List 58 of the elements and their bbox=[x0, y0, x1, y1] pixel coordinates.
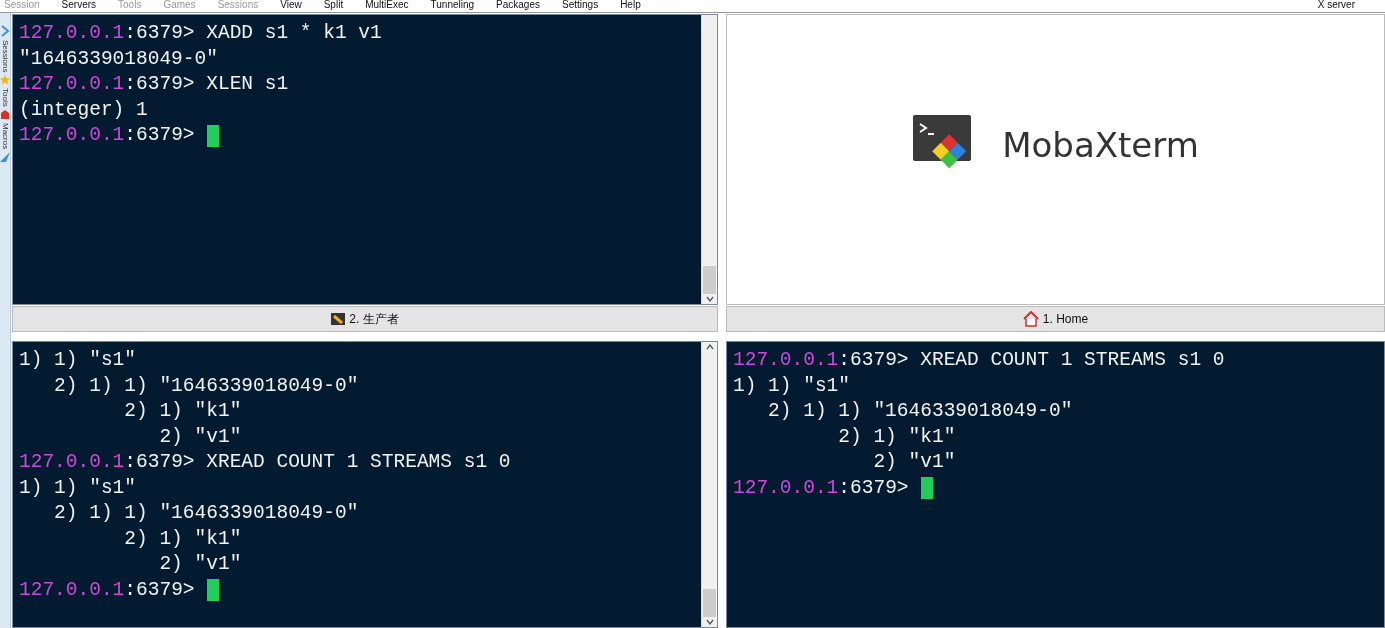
output-text: 2) 1) 1) "1646339018049-0" bbox=[767, 399, 1073, 424]
prompt-port: :6379> bbox=[838, 348, 909, 373]
prompt-host: 127.0.0.1 bbox=[733, 475, 839, 501]
menu-item[interactable]: MultiExec bbox=[365, 0, 409, 10]
terminal-screen[interactable]: 127.0.0.1:6379> XADD s1 * k1 v1 "1646339018049-0" 127.0.0.1:6379> XLEN s1 (integer) 1 127.0.0.1:6379> bbox=[12, 14, 718, 305]
output-text: 2) "v1" bbox=[158, 424, 242, 450]
brand-name: MobaXterm bbox=[1002, 124, 1199, 165]
output-text: "1646339018049-0" bbox=[19, 46, 218, 72]
sidebar-tab[interactable]: Macros bbox=[0, 123, 10, 150]
prompt-port: :6379> bbox=[124, 21, 195, 46]
scrollbar-thumb[interactable] bbox=[703, 589, 716, 617]
prompt-port: :6379> bbox=[124, 450, 195, 475]
prompt-port: :6379> bbox=[124, 123, 195, 148]
scrollbar[interactable] bbox=[701, 15, 717, 304]
menu-item[interactable]: Settings bbox=[562, 0, 599, 10]
menu-item[interactable]: Packages bbox=[496, 0, 540, 10]
session-tab[interactable]: 2. 生产者 bbox=[12, 306, 718, 332]
output-text: 2) 1) "k1" bbox=[837, 424, 956, 450]
prompt-port: :6379> bbox=[124, 577, 195, 603]
menu-item[interactable]: Split bbox=[323, 0, 344, 10]
scrollbar-thumb[interactable] bbox=[703, 266, 716, 294]
terminal-screen[interactable]: 1) 1) "s1" 2) 1) 1) "1646339018049-0" 2) 1) "k1" 2) "v1" 127.0.0.1:6379> XREAD COUNT 1 STREAMS s1 0 1) 1) "s1" 2) 1) 1) "1646339018049-0" 2) 1) "k1" 2) "v1" 127.0.0.1:6379> bbox=[12, 341, 718, 628]
output-text: 2) 1) 1) "1646339018049-0" bbox=[53, 501, 359, 526]
command-text: XREAD COUNT 1 STREAMS s1 0 bbox=[919, 348, 1225, 373]
prompt-host: 127.0.0.1 bbox=[19, 21, 125, 46]
output-text: 1) 1) "s1" bbox=[19, 475, 137, 501]
output-text: 2) 1) "k1" bbox=[123, 399, 242, 424]
menu-item[interactable]: Servers bbox=[61, 0, 97, 10]
home-icon bbox=[1022, 311, 1039, 327]
output-text: 2) "v1" bbox=[872, 450, 956, 475]
terminal-screen[interactable]: 127.0.0.1:6379> XREAD COUNT 1 STREAMS s1 0 1) 1) "s1" 2) 1) 1) "1646339018049-0" 2) 1) "k1" 2) "v1" 127.0.0.1:6379> bbox=[726, 341, 1385, 628]
prompt-host: 127.0.0.1 bbox=[733, 348, 839, 373]
output-text: 2) 1) "k1" bbox=[123, 526, 242, 552]
chevron-icon bbox=[0, 25, 10, 37]
output-text: 1) 1) "s1" bbox=[19, 348, 137, 373]
command-text: XLEN s1 bbox=[205, 72, 289, 97]
wrench-icon bbox=[331, 313, 346, 325]
menu-item[interactable]: View bbox=[280, 0, 302, 10]
prompt-host: 127.0.0.1 bbox=[19, 72, 125, 97]
menu-item[interactable]: X server bbox=[1317, 0, 1355, 10]
sidebar-tab[interactable]: Sessions bbox=[0, 40, 10, 73]
output-text: (integer) 1 bbox=[19, 97, 148, 123]
output-text: 2) "v1" bbox=[158, 552, 242, 577]
star-icon bbox=[0, 75, 10, 86]
scrollbar[interactable] bbox=[701, 342, 717, 627]
menu-item[interactable]: Help bbox=[620, 0, 641, 10]
output-text: 2) 1) 1) "1646339018049-0" bbox=[53, 373, 359, 399]
output-text: 1) 1) "s1" bbox=[733, 373, 851, 399]
prompt-port: :6379> bbox=[124, 72, 195, 97]
command-text: XADD s1 * k1 v1 bbox=[205, 21, 382, 46]
sidebar-tab[interactable]: Tools bbox=[0, 88, 10, 108]
prompt-host: 127.0.0.1 bbox=[19, 123, 125, 148]
prompt-host: 127.0.0.1 bbox=[19, 577, 125, 603]
menu-item[interactable]: Tunneling bbox=[430, 0, 475, 10]
session-tab[interactable]: 1. Home bbox=[726, 306, 1385, 332]
command-text: XREAD COUNT 1 STREAMS s1 0 bbox=[205, 450, 511, 475]
prompt-host: 127.0.0.1 bbox=[19, 450, 125, 475]
prompt-port: :6379> bbox=[838, 475, 909, 501]
